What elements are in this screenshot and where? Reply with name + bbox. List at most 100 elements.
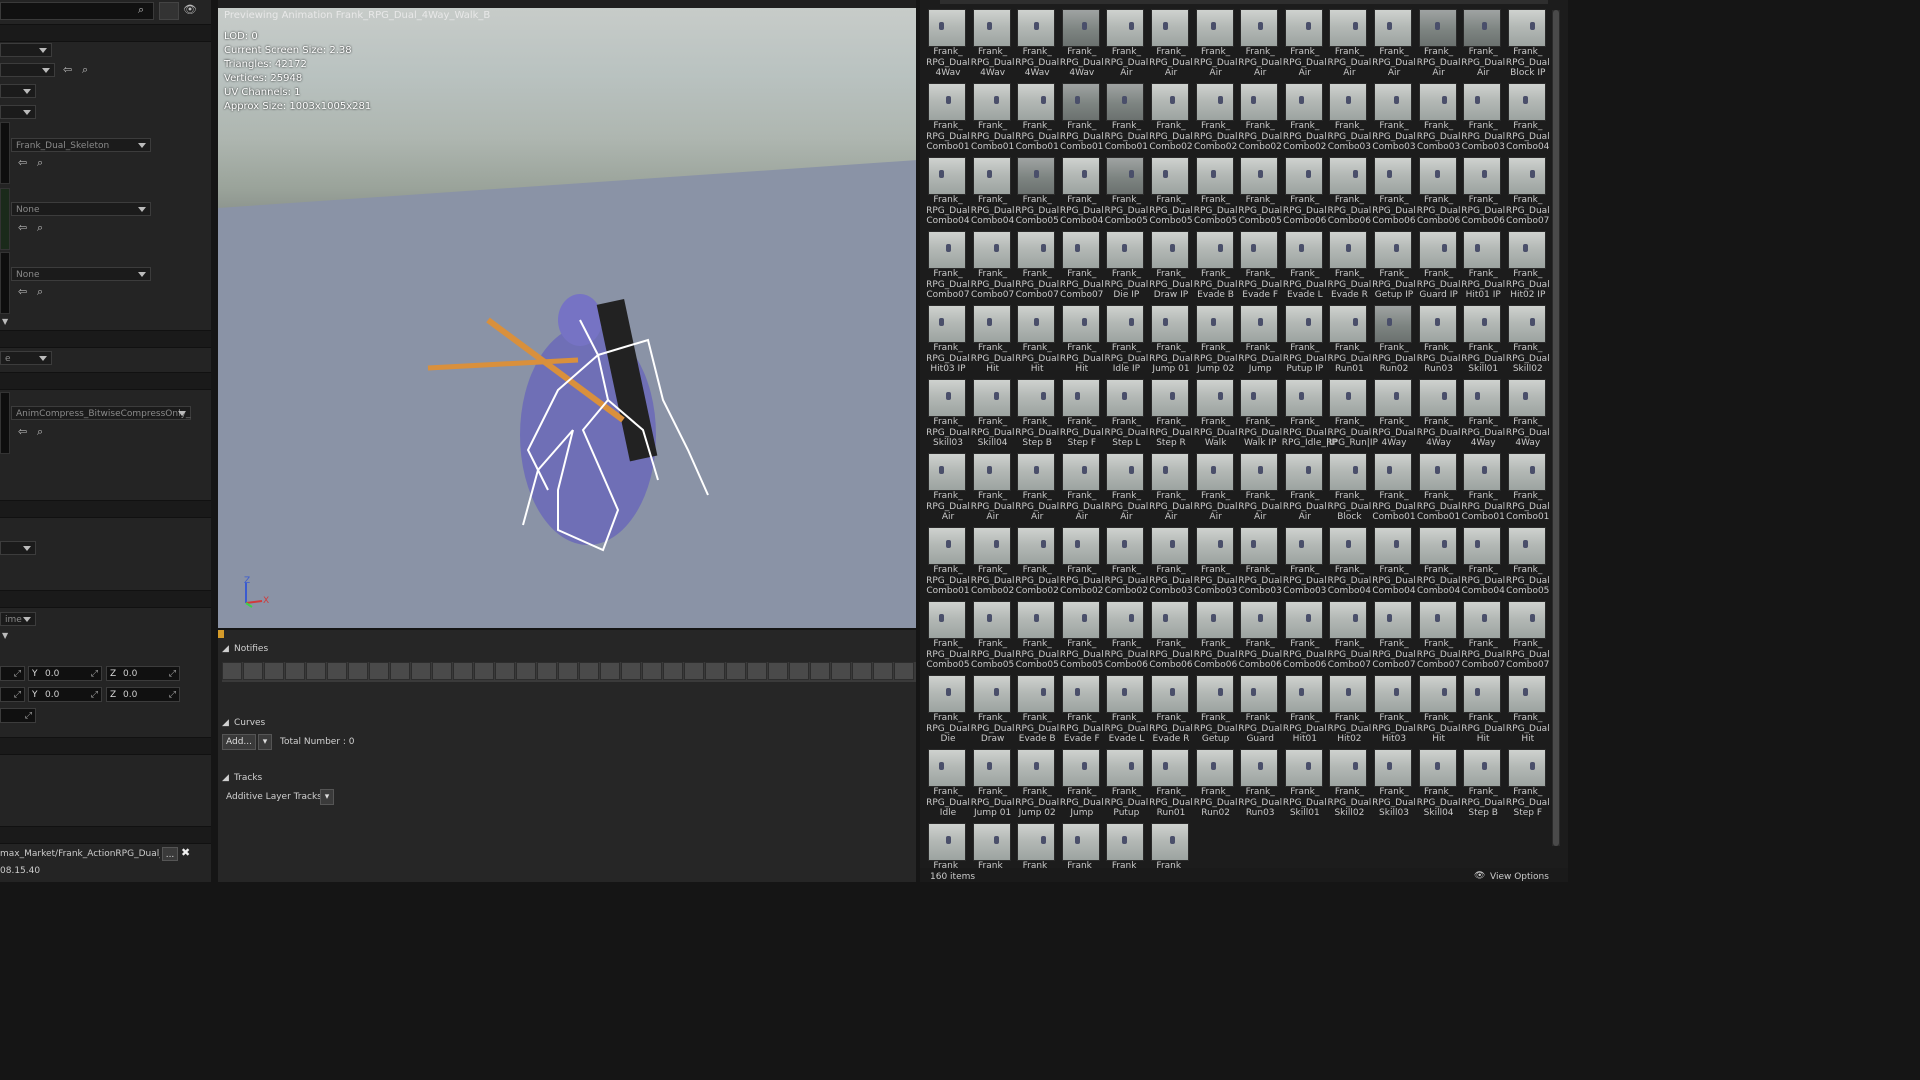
- asset-tile[interactable]: Frank_ RPG_Dual Run03: [1237, 743, 1282, 818]
- asset-tile[interactable]: Frank_ RPG_Dual Hit03: [1371, 669, 1416, 744]
- notifies-track[interactable]: [222, 662, 916, 682]
- asset-tile[interactable]: Frank_ RPG_Dual Hit: [1416, 669, 1461, 744]
- asset-tile[interactable]: Frank_ RPG_Dual Air: [925, 447, 970, 522]
- asset-tile[interactable]: Frank_ RPG_Dual Evade R: [1148, 669, 1193, 744]
- asset-tile[interactable]: Frank_ RPG_Dual Air: [1237, 447, 1282, 522]
- asset-tile[interactable]: Frank_ RPG_Dual Air: [1460, 3, 1505, 78]
- notify-frame-cell[interactable]: [789, 662, 809, 680]
- browse-icon[interactable]: ⌕: [37, 425, 43, 439]
- asset-tile[interactable]: Frank_ RPG_Dual Combo06: [1282, 595, 1327, 670]
- asset-tile[interactable]: Frank_ RPG_Dual Jump: [1059, 743, 1104, 818]
- asset-tile[interactable]: Frank_ RPG_Dual Evade R: [1326, 225, 1371, 300]
- asset-tile[interactable]: Frank_ RPG_Dual Combo01: [1059, 77, 1104, 152]
- y1-field[interactable]: Y 0.0 ⤢: [28, 666, 102, 681]
- use-selected-icon[interactable]: ⇦: [18, 285, 27, 298]
- asset-tile[interactable]: Frank_ RPG_Dual Combo04: [970, 151, 1015, 226]
- asset-tile[interactable]: Frank_ RPG_Dual 4Wav: [970, 3, 1015, 78]
- notify-frame-cell[interactable]: [684, 662, 704, 680]
- notify-frame-cell[interactable]: [600, 662, 620, 680]
- asset-tile[interactable]: Frank_ RPG_Dual Guard IP: [1416, 225, 1461, 300]
- asset-tile[interactable]: Frank_ RPG_Dual Block: [1326, 447, 1371, 522]
- asset-tile[interactable]: Frank_ RPG_Dual Combo01: [925, 521, 970, 596]
- asset-tile[interactable]: Frank_ RPG_Dual Air: [1193, 3, 1238, 78]
- asset-tile[interactable]: Frank_ RPG_Dual 4Way: [1460, 373, 1505, 448]
- asset-tile[interactable]: Frank_ RPG_Dual Combo07: [1059, 225, 1104, 300]
- search-icon[interactable]: ⌕: [138, 3, 144, 17]
- asset-tile[interactable]: Frank_ RPG_Dual Hit: [1014, 299, 1059, 374]
- asset-tile[interactable]: Frank_ RPG_Dual Combo04: [1505, 77, 1550, 152]
- asset-tile[interactable]: Frank_ RPG_Dual Air: [1148, 3, 1193, 78]
- asset-tile[interactable]: Frank_ RPG_Dual Jump 01: [970, 743, 1015, 818]
- asset-tile[interactable]: Frank_ RPG_Dual Combo07: [1326, 595, 1371, 670]
- asset-tile[interactable]: Frank_ RPG_Dual Combo05: [1505, 521, 1550, 596]
- asset-tile[interactable]: Frank_ RPG_Dual Evade B: [1193, 225, 1238, 300]
- asset-tile[interactable]: Frank_ RPG_Dual Air: [1282, 447, 1327, 522]
- asset-tile[interactable]: Frank_ RPG_Dual Step B: [1014, 373, 1059, 448]
- asset-tile[interactable]: Frank_ RPG_Dual Combo05: [925, 595, 970, 670]
- asset-tile[interactable]: Frank_ RPG_Dual Air: [1282, 3, 1327, 78]
- asset-tile[interactable]: Frank_ RPG_Dual Idle IP: [1103, 299, 1148, 374]
- notify-frame-cell[interactable]: [453, 662, 473, 680]
- notify-frame-cell[interactable]: [390, 662, 410, 680]
- asset-tile[interactable]: Frank_ RPG_Dual Combo03: [1193, 521, 1238, 596]
- y2-field[interactable]: Y 0.0 ⤢: [28, 687, 102, 702]
- asset-tile[interactable]: Frank_ RPG_Dual Air: [1103, 3, 1148, 78]
- asset-tile[interactable]: Frank_ RPG_Dual Step F: [1059, 373, 1104, 448]
- notify-frame-cell[interactable]: [852, 662, 872, 680]
- asset-tile[interactable]: Frank_ RPG_Dual Draw: [970, 669, 1015, 744]
- asset-tile[interactable]: Frank_ RPG_Dual Step R: [1148, 373, 1193, 448]
- asset-tile[interactable]: Frank_ RPG_Dual Combo03: [1148, 521, 1193, 596]
- asset-tile[interactable]: Frank_ RPG_Dual Combo01: [1014, 77, 1059, 152]
- dropdown-1[interactable]: [0, 43, 52, 57]
- notify-frame-cell[interactable]: [285, 662, 305, 680]
- asset-tile[interactable]: Frank_ RPG_Dual Evade L: [1103, 669, 1148, 744]
- notify-frame-cell[interactable]: [705, 662, 725, 680]
- notify-frame-cell[interactable]: [621, 662, 641, 680]
- curves-collapse-icon[interactable]: ◢: [222, 718, 229, 728]
- asset-tile[interactable]: Frank_ RPG_Dual Skill03: [1371, 743, 1416, 818]
- asset-tile[interactable]: Frank_ RPG_Dual Skill02: [1326, 743, 1371, 818]
- asset-tile[interactable]: Frank_ RPG_Dual Combo05: [1014, 151, 1059, 226]
- browse-icon[interactable]: ⌕: [37, 285, 43, 299]
- notify-frame-cell[interactable]: [306, 662, 326, 680]
- view-options-button[interactable]: View Options: [1490, 872, 1549, 882]
- notify-frame-cell[interactable]: [243, 662, 263, 680]
- expand-arrow-icon[interactable]: ▼: [2, 317, 8, 326]
- asset-tile[interactable]: Frank_ RPG_Dual Run02: [1371, 299, 1416, 374]
- asset-tile[interactable]: Frank_ RPG_Dual Combo04: [1326, 521, 1371, 596]
- notify-frame-cell[interactable]: [411, 662, 431, 680]
- asset-tile[interactable]: Frank_ RPG_Dual Air: [1237, 3, 1282, 78]
- z1-field[interactable]: Z 0.0 ⤢: [106, 666, 180, 681]
- asset-tile[interactable]: Frank_ RPG_Dual Air: [1371, 3, 1416, 78]
- asset-tile[interactable]: Frank_ RPG_Dual Getup: [1193, 669, 1238, 744]
- asset-tile[interactable]: Frank_ RPG_Dual Combo04: [1460, 521, 1505, 596]
- asset-tile[interactable]: Frank_ RPG_Dual Hit03 IP: [925, 299, 970, 374]
- asset-tile[interactable]: Frank_ RPG_Dual Combo05: [1237, 151, 1282, 226]
- asset-tile[interactable]: Frank_ RPG_Dual Step L: [1103, 373, 1148, 448]
- asset-tile[interactable]: Frank_ RPG_Dual Combo07: [1416, 595, 1461, 670]
- asset-tile[interactable]: Frank_ RPG_Dual Combo05: [970, 595, 1015, 670]
- asset-tile[interactable]: Frank_ RPG_Dual Evade F: [1237, 225, 1282, 300]
- asset-tile[interactable]: Frank_ RPG_Dual Combo07: [1371, 595, 1416, 670]
- asset-tile[interactable]: Frank_ RPG_Dual Block IP: [1505, 3, 1550, 78]
- asset-tile[interactable]: Frank_ RPG_Dual Air: [970, 447, 1015, 522]
- asset-tile[interactable]: Frank_ RPG_Dual 4Wav: [925, 3, 970, 78]
- asset-tile[interactable]: Frank_ RPG_Dual 4Wav: [1014, 3, 1059, 78]
- compression-picker[interactable]: AnimCompress_BitwiseCompressOnly_: [11, 406, 191, 420]
- asset-tile[interactable]: Frank_ RPG_Dual Skill04: [1416, 743, 1461, 818]
- asset-tile[interactable]: Frank_ RPG_Dual Hit02 IP: [1505, 225, 1550, 300]
- notify-frame-cell[interactable]: [327, 662, 347, 680]
- asset-tile[interactable]: Frank_ RPG_Dual Combo07: [1460, 595, 1505, 670]
- asset-tile[interactable]: Frank_ RPG_Dual Skill01: [1460, 299, 1505, 374]
- additive-tracks-dropdown[interactable]: ▾: [320, 789, 334, 805]
- asset-tile[interactable]: Frank_ RPG_Dual Hit01 IP: [1460, 225, 1505, 300]
- asset-tile[interactable]: Frank_ RPG_Dual Skill01: [1282, 743, 1327, 818]
- asset-tile[interactable]: Frank_ RPG_Dual Combo06: [1326, 151, 1371, 226]
- asset-tile[interactable]: Frank_ RPG_Dual Combo01: [1371, 447, 1416, 522]
- asset-tile[interactable]: Frank_ RPG_Dual Jump 02: [1193, 299, 1238, 374]
- asset-tile[interactable]: Frank_ RPG_Dual Putup: [1103, 743, 1148, 818]
- dropdown-6[interactable]: [0, 541, 36, 555]
- browse-search-icon[interactable]: ⌕: [82, 63, 88, 77]
- asset-tile[interactable]: Frank_ RPG_Dual Idle: [925, 743, 970, 818]
- asset-tile[interactable]: Frank_ RPG_Dual Air: [1326, 3, 1371, 78]
